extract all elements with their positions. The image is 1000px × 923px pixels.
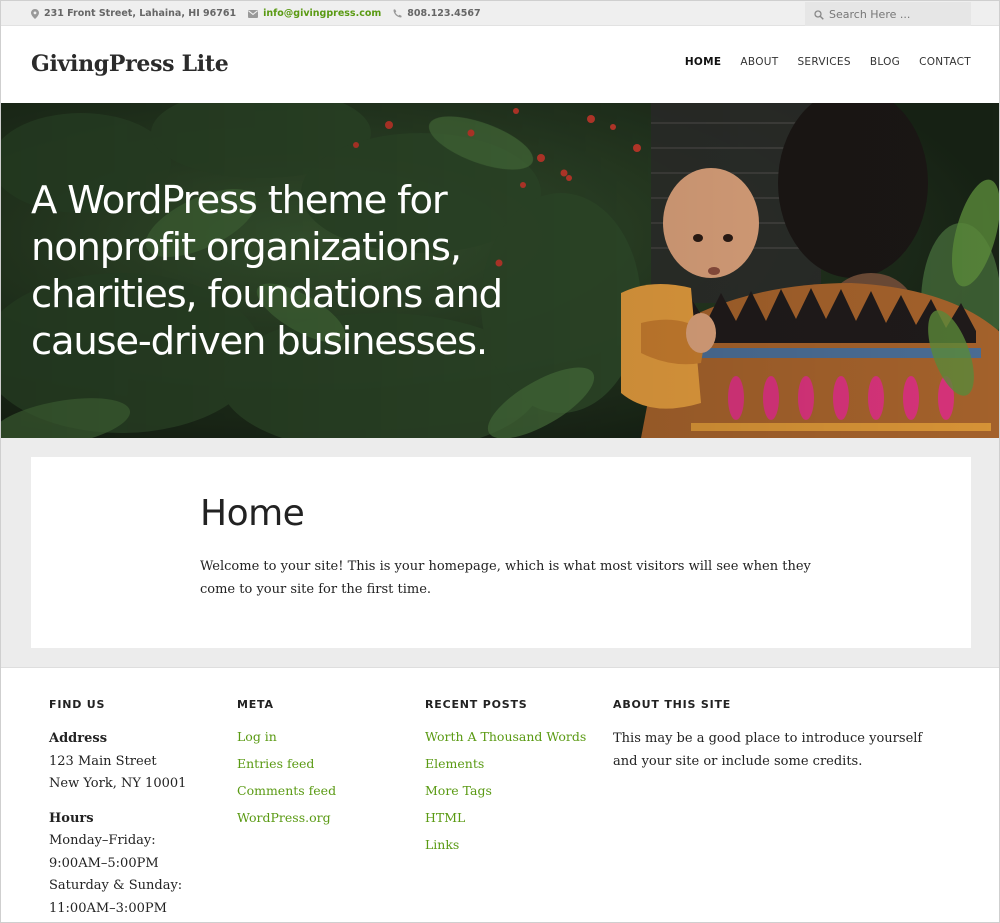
location-pin-icon — [31, 8, 39, 19]
phone-icon — [393, 9, 402, 18]
footer-heading: RECENT POSTS — [425, 698, 528, 711]
meta-link-entries-feed[interactable]: Entries feed — [237, 750, 336, 777]
search-input[interactable] — [829, 7, 969, 21]
page-frame: 231 Front Street, Lahaina, HI 96761 info… — [0, 0, 1000, 923]
search-icon[interactable] — [814, 5, 824, 24]
hours-label: Hours — [49, 810, 94, 826]
nav-blog[interactable]: BLOG — [870, 56, 900, 68]
footer-about: ABOUT THIS SITE This may be a good place… — [613, 698, 943, 773]
content-area: Home Welcome to your site! This is your … — [1, 438, 999, 668]
meta-link-wordpress[interactable]: WordPress.org — [237, 804, 336, 831]
recent-post-link[interactable]: Worth A Thousand Words — [425, 723, 586, 750]
nav-services[interactable]: SERVICES — [797, 56, 850, 68]
address-line: 123 Main Street — [49, 753, 157, 769]
footer-heading: ABOUT THIS SITE — [613, 698, 732, 711]
phone-item: 808.123.4567 — [393, 8, 481, 19]
page-title: Home — [200, 493, 305, 534]
site-header: GivingPress Lite HOME ABOUT SERVICES BLO… — [1, 27, 999, 103]
page-card: Home Welcome to your site! This is your … — [31, 457, 971, 648]
hero-banner: A WordPress theme for nonprofit organiza… — [1, 103, 999, 438]
recent-post-link[interactable]: Elements — [425, 750, 586, 777]
nav-home[interactable]: HOME — [685, 56, 722, 68]
address-item: 231 Front Street, Lahaina, HI 96761 — [31, 8, 236, 19]
nav-about[interactable]: ABOUT — [740, 56, 778, 68]
address-line: New York, NY 10001 — [49, 776, 187, 791]
site-footer: FIND US Address 123 Main Street New York… — [1, 669, 999, 922]
hours-line: 9:00AM–5:00PM — [49, 855, 159, 871]
recent-post-link[interactable]: HTML — [425, 804, 586, 831]
contact-info: 231 Front Street, Lahaina, HI 96761 info… — [31, 1, 481, 26]
footer-heading: META — [237, 698, 274, 711]
recent-post-link[interactable]: More Tags — [425, 777, 586, 804]
site-title[interactable]: GivingPress Lite — [31, 51, 229, 77]
address-text: 231 Front Street, Lahaina, HI 96761 — [44, 8, 237, 19]
hours-line: 11:00AM–3:00PM — [49, 900, 167, 916]
email-item[interactable]: info@givingpress.com — [248, 8, 381, 19]
about-text: This may be a good place to introduce yo… — [613, 731, 923, 769]
meta-link-comments-feed[interactable]: Comments feed — [237, 777, 336, 804]
page-body: Welcome to your site! This is your homep… — [200, 559, 811, 597]
address-label: Address — [49, 731, 108, 746]
phone-text: 808.123.4567 — [407, 8, 481, 19]
email-link[interactable]: info@givingpress.com — [263, 8, 381, 19]
envelope-icon — [248, 9, 259, 18]
meta-link-login[interactable]: Log in — [237, 723, 336, 750]
footer-meta: META Log in Entries feed Comments feed W… — [237, 698, 336, 831]
nav-contact[interactable]: CONTACT — [919, 56, 971, 68]
hours-line: Saturday & Sunday: — [49, 878, 183, 893]
top-info-bar: 231 Front Street, Lahaina, HI 96761 info… — [1, 1, 999, 26]
hero-headline: A WordPress theme for nonprofit organiza… — [31, 178, 503, 364]
footer-find-us: FIND US Address 123 Main Street New York… — [49, 698, 186, 920]
main-navigation: HOME ABOUT SERVICES BLOG CONTACT — [685, 56, 971, 68]
search-box[interactable] — [805, 2, 971, 26]
recent-post-link[interactable]: Links — [425, 831, 586, 858]
footer-recent-posts: RECENT POSTS Worth A Thousand Words Elem… — [425, 698, 586, 858]
footer-heading: FIND US — [49, 698, 106, 711]
hours-line: Monday–Friday: — [49, 833, 156, 848]
